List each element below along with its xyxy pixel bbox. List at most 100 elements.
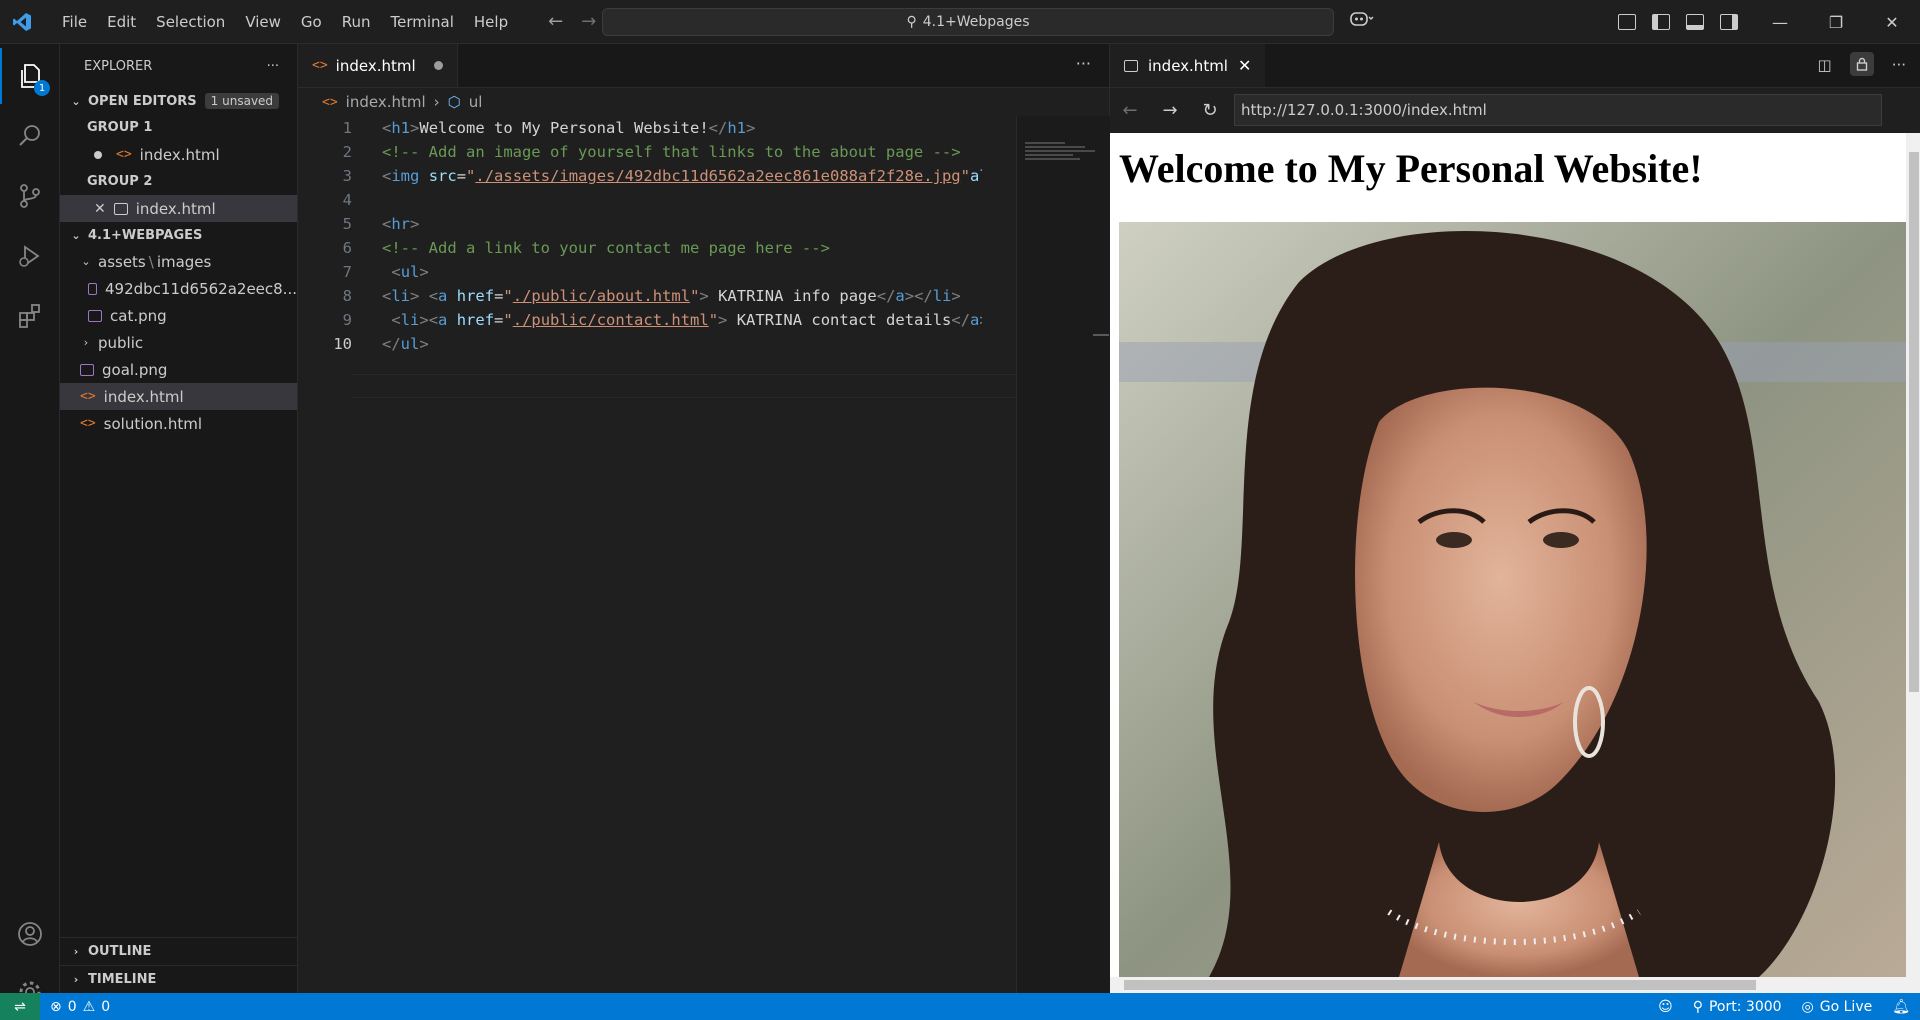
- status-right: ☺ ⚲ Port: 3000 ◎ Go Live 🔔︎: [1648, 999, 1920, 1015]
- accounts-icon[interactable]: [0, 906, 60, 962]
- code-line: 7 <ul>: [298, 260, 1016, 284]
- menu-terminal[interactable]: Terminal: [381, 0, 464, 44]
- open-editors-section[interactable]: ⌄ OPEN EDITORS 1 unsaved: [60, 88, 297, 114]
- folder-images-label: images: [156, 252, 212, 271]
- go-live-button[interactable]: ◎ Go Live: [1792, 999, 1883, 1015]
- line-number: 7: [342, 263, 352, 281]
- file-item[interactable]: cat.png: [60, 302, 297, 329]
- menu-help[interactable]: Help: [464, 0, 518, 44]
- remote-indicator-icon[interactable]: ⇌: [0, 993, 40, 1020]
- search-view-icon[interactable]: [0, 108, 60, 164]
- customize-layout-icon[interactable]: [1618, 14, 1636, 30]
- go-live-label: Go Live: [1819, 998, 1873, 1015]
- folder-assets-images[interactable]: ⌄ assets \ images: [60, 248, 297, 275]
- timeline-section[interactable]: › TIMELINE: [60, 965, 298, 993]
- html-file-icon: <>: [312, 58, 328, 73]
- chevron-right-icon: ›: [73, 945, 79, 958]
- problems-indicator[interactable]: ⊗ 0 ⚠ 0: [40, 999, 120, 1015]
- close-window-icon[interactable]: ✕: [1864, 0, 1920, 44]
- open-editor-item-preview[interactable]: ✕ index.html: [60, 195, 297, 222]
- breadcrumb-symbol[interactable]: ul: [469, 93, 483, 111]
- file-label: index.html: [103, 387, 184, 406]
- vscode-logo-icon: [0, 0, 44, 44]
- file-item[interactable]: 492dbc11d6562a2eec8...: [60, 275, 297, 302]
- extensions-icon[interactable]: [0, 288, 60, 344]
- toggle-panel-icon[interactable]: [1686, 14, 1704, 30]
- split-editor-icon[interactable]: ◫: [1818, 56, 1832, 76]
- run-debug-icon[interactable]: [0, 228, 60, 284]
- command-center-label: 4.1+Webpages: [922, 14, 1030, 30]
- toggle-primary-sidebar-icon[interactable]: [1652, 14, 1670, 30]
- file-item[interactable]: <> solution.html: [60, 410, 297, 437]
- more-actions-icon[interactable]: ···: [1076, 54, 1091, 73]
- minimize-icon[interactable]: —: [1752, 0, 1808, 44]
- open-editor-item[interactable]: <> index.html: [60, 141, 297, 168]
- editor-tabs: <> index.html ···: [298, 44, 1109, 88]
- unsaved-badge: 1 unsaved: [204, 93, 280, 109]
- image-file-icon: [88, 309, 102, 322]
- tab-index-html[interactable]: <> index.html: [298, 44, 458, 87]
- command-center-search[interactable]: ⚲ 4.1+Webpages: [602, 8, 1334, 36]
- tab-preview-index-html[interactable]: index.html ✕: [1110, 44, 1266, 87]
- file-item-selected[interactable]: <> index.html: [60, 383, 297, 410]
- menu-file[interactable]: File: [52, 0, 97, 44]
- menu-run[interactable]: Run: [332, 0, 381, 44]
- source-control-icon[interactable]: [0, 168, 60, 224]
- folder-public[interactable]: › public: [60, 329, 297, 356]
- open-editors-label: OPEN EDITORS: [88, 93, 197, 109]
- broadcast-icon: ◎: [1801, 998, 1814, 1015]
- file-item[interactable]: goal.png: [60, 356, 297, 383]
- explorer-icon[interactable]: 1: [0, 48, 60, 104]
- close-icon[interactable]: ✕: [94, 201, 106, 217]
- preview-nav-bar: ← → ↻ http://127.0.0.1:3000/index.html: [1110, 88, 1920, 132]
- back-arrow-icon[interactable]: ←: [1110, 100, 1150, 121]
- preview-file-icon: [113, 202, 128, 215]
- path-separator: \: [148, 252, 154, 271]
- restore-icon[interactable]: ❐: [1808, 0, 1864, 44]
- code-text: <h1>Welcome to My Personal Website!</h1>: [382, 119, 756, 137]
- current-line-highlight: [352, 374, 1016, 398]
- html-file-icon: <>: [80, 416, 96, 431]
- code-line-current: 10 </ul>: [298, 332, 1016, 356]
- menu-edit[interactable]: Edit: [97, 0, 146, 44]
- reload-icon[interactable]: ↻: [1190, 100, 1230, 121]
- copilot-icon[interactable]: [1350, 10, 1374, 32]
- chevron-right-icon: ›: [83, 336, 89, 349]
- line-number: 9: [342, 311, 352, 329]
- menu-go[interactable]: Go: [291, 0, 332, 44]
- unsaved-dot-icon[interactable]: [94, 150, 102, 159]
- unsaved-dot-icon[interactable]: [433, 61, 443, 70]
- port-label: Port: 3000: [1708, 998, 1782, 1015]
- outline-section[interactable]: › OUTLINE: [60, 937, 298, 965]
- chevron-down-icon: ⌄: [71, 228, 81, 242]
- line-number: 4: [342, 191, 352, 209]
- more-actions-icon[interactable]: ···: [267, 59, 279, 74]
- warning-icon: ⚠: [82, 998, 96, 1015]
- toggle-secondary-sidebar-icon[interactable]: [1720, 14, 1738, 30]
- port-indicator[interactable]: ⚲ Port: 3000: [1683, 999, 1792, 1015]
- code-text: <!-- Add an image of yourself that links…: [382, 143, 961, 161]
- breadcrumb-file[interactable]: index.html: [346, 93, 426, 111]
- more-actions-icon[interactable]: ···: [1892, 56, 1906, 76]
- portrait-image[interactable]: [1119, 222, 1906, 977]
- copilot-status-icon[interactable]: ☺: [1648, 999, 1683, 1015]
- symbol-element-icon: ⬡: [447, 93, 461, 111]
- go-back-icon[interactable]: ←: [548, 11, 563, 32]
- go-forward-icon[interactable]: →: [581, 11, 596, 32]
- line-number: 2: [342, 143, 352, 161]
- close-icon[interactable]: ✕: [1238, 56, 1251, 75]
- url-input[interactable]: http://127.0.0.1:3000/index.html: [1234, 94, 1882, 126]
- forward-arrow-icon[interactable]: →: [1150, 100, 1190, 121]
- chevron-down-icon: ⌄: [81, 255, 91, 268]
- notifications-bell-icon[interactable]: 🔔︎: [1882, 999, 1920, 1015]
- page-vertical-scroll-thumb[interactable]: [1909, 152, 1919, 692]
- project-section[interactable]: ⌄ 4.1+WEBPAGES: [60, 222, 297, 248]
- menu-view[interactable]: View: [235, 0, 291, 44]
- menu-selection[interactable]: Selection: [146, 0, 235, 44]
- lock-group-icon[interactable]: [1849, 52, 1874, 76]
- folder-assets-label: assets: [98, 252, 146, 271]
- minimap[interactable]: [1016, 116, 1110, 993]
- page-horizontal-scroll-thumb[interactable]: [1124, 980, 1756, 990]
- code-editor[interactable]: 1 <h1>Welcome to My Personal Website!</h1…: [298, 116, 1016, 816]
- warning-count: 0: [101, 998, 111, 1015]
